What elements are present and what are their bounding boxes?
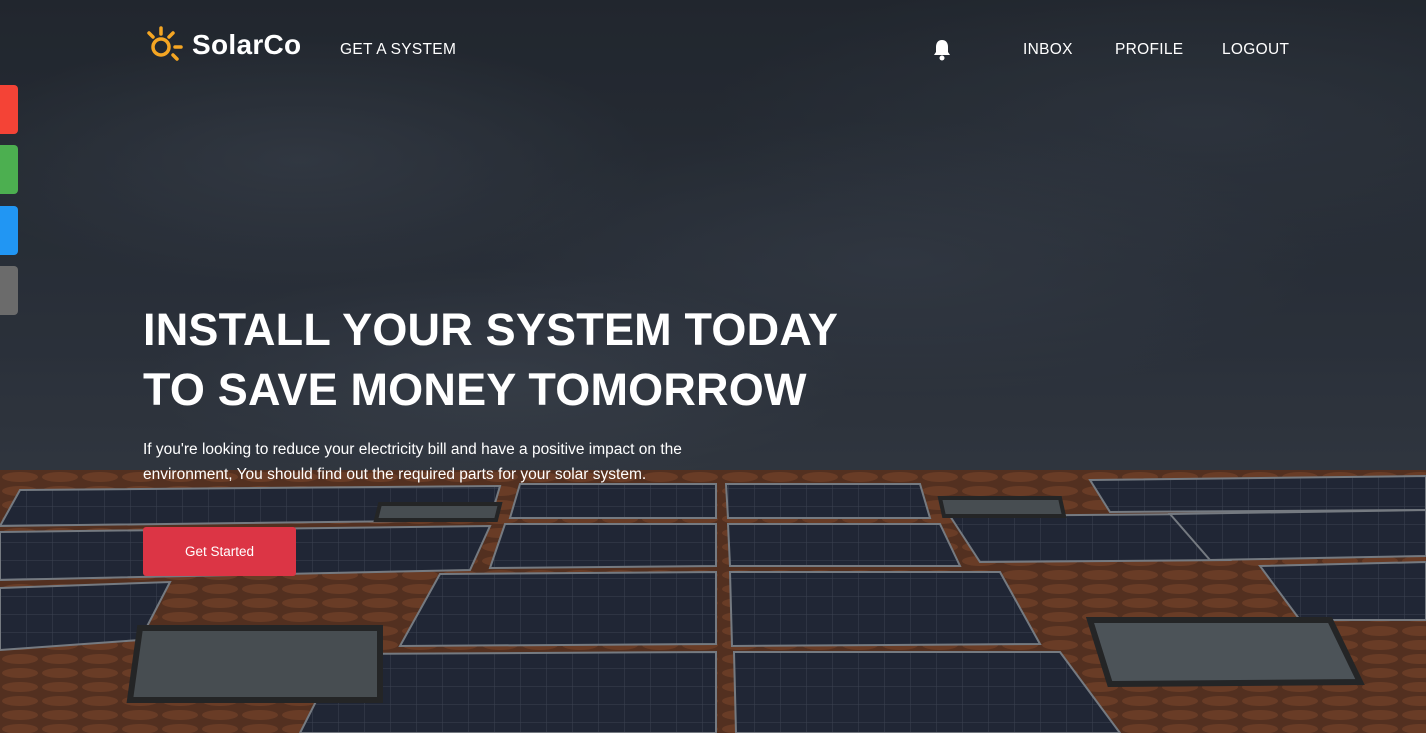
side-tab-gray[interactable] bbox=[0, 266, 18, 315]
side-tab-blue[interactable] bbox=[0, 206, 18, 255]
landing-page: SolarCo GET A SYSTEM INBOX PROFILE LOGOU… bbox=[0, 0, 1426, 733]
hero-heading: INSTALL YOUR SYSTEM TODAY TO SAVE MONEY … bbox=[143, 300, 903, 420]
get-started-button[interactable]: Get Started bbox=[143, 527, 296, 576]
nav-get-a-system[interactable]: GET A SYSTEM bbox=[340, 41, 456, 59]
brand-name: SolarCo bbox=[192, 29, 302, 60]
bell-icon[interactable] bbox=[932, 39, 952, 61]
hero-heading-line-2: TO SAVE MONEY TOMORROW bbox=[143, 364, 807, 415]
top-navbar: SolarCo GET A SYSTEM INBOX PROFILE LOGOU… bbox=[0, 0, 1426, 100]
nav-logout[interactable]: LOGOUT bbox=[1222, 41, 1289, 59]
nav-profile[interactable]: PROFILE bbox=[1115, 41, 1183, 59]
brand-logo[interactable]: SolarCo bbox=[146, 26, 301, 64]
side-tab-green[interactable] bbox=[0, 145, 18, 194]
nav-inbox[interactable]: INBOX bbox=[1023, 41, 1073, 59]
hero-description: If you're looking to reduce your electri… bbox=[143, 441, 682, 483]
sun-icon bbox=[147, 26, 183, 61]
hero-heading-line-1: INSTALL YOUR SYSTEM TODAY bbox=[143, 304, 839, 355]
